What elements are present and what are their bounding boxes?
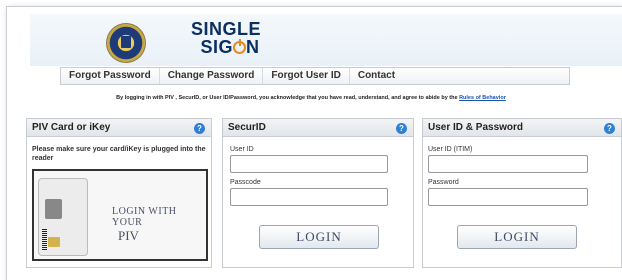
piv-login-line1: LOGIN WITH YOUR <box>112 206 177 228</box>
top-nav: Forgot Password Change Password Forgot U… <box>60 67 570 85</box>
piv-login-line2: PIV <box>118 228 139 243</box>
securid-login-button[interactable]: LOGIN <box>259 225 379 249</box>
securid-user-input[interactable] <box>230 155 388 173</box>
piv-badge-image <box>38 178 88 256</box>
securid-passcode-input[interactable] <box>230 188 388 206</box>
userpass-user-input[interactable] <box>428 155 588 173</box>
userpass-login-button[interactable]: LOGIN <box>457 225 577 249</box>
single-sign-on-logo: SINGLE SIG N <box>186 20 266 56</box>
help-icon[interactable]: ? <box>194 123 205 134</box>
piv-instructions: Please make sure your card/iKey is plugg… <box>32 146 206 162</box>
userpass-panel: User ID & Password ? User ID (ITIM) Pass… <box>422 118 622 268</box>
notice-text: By logging in with PIV , SecurID, or Use… <box>116 95 460 101</box>
userpass-password-input[interactable] <box>428 188 588 206</box>
piv-login-text: LOGIN WITH YOUR PIV <box>112 206 206 244</box>
nav-forgot-user-id[interactable]: Forgot User ID <box>262 68 348 84</box>
nav-change-password[interactable]: Change Password <box>158 68 263 84</box>
piv-login-card[interactable]: LOGIN WITH YOUR PIV <box>32 169 208 261</box>
help-icon[interactable]: ? <box>604 123 615 134</box>
badge-barcode-icon <box>42 229 47 251</box>
rules-of-behavior-link[interactable]: Rules of Behavior <box>459 95 506 101</box>
logo-line-2: SIG N <box>200 37 260 57</box>
userpass-panel-header: User ID & Password ? <box>423 119 621 137</box>
badge-photo-icon <box>45 199 62 219</box>
seal-icon <box>107 24 145 62</box>
securid-passcode-label: Passcode <box>230 179 261 186</box>
securid-panel-header: SecurID ? <box>223 119 413 137</box>
badge-chip-icon <box>48 237 60 247</box>
piv-panel-title: PIV Card or iKey <box>32 122 111 133</box>
rules-notice: By logging in with PIV , SecurID, or Use… <box>0 95 622 101</box>
nav-contact[interactable]: Contact <box>348 68 403 84</box>
help-icon[interactable]: ? <box>396 123 407 134</box>
securid-panel: SecurID ? User ID Passcode LOGIN <box>222 118 414 268</box>
userpass-panel-title: User ID & Password <box>428 122 524 133</box>
nav-forgot-password[interactable]: Forgot Password <box>61 68 159 84</box>
piv-panel-header: PIV Card or iKey ? <box>27 119 211 137</box>
logo-line-1: SINGLE <box>190 19 261 39</box>
piv-panel: PIV Card or iKey ? Please make sure your… <box>26 118 212 268</box>
power-icon <box>233 39 246 54</box>
securid-panel-title: SecurID <box>228 122 266 133</box>
securid-user-label: User ID <box>230 146 254 153</box>
userpass-password-label: Password <box>428 179 459 186</box>
userpass-user-label: User ID (ITIM) <box>428 146 473 153</box>
